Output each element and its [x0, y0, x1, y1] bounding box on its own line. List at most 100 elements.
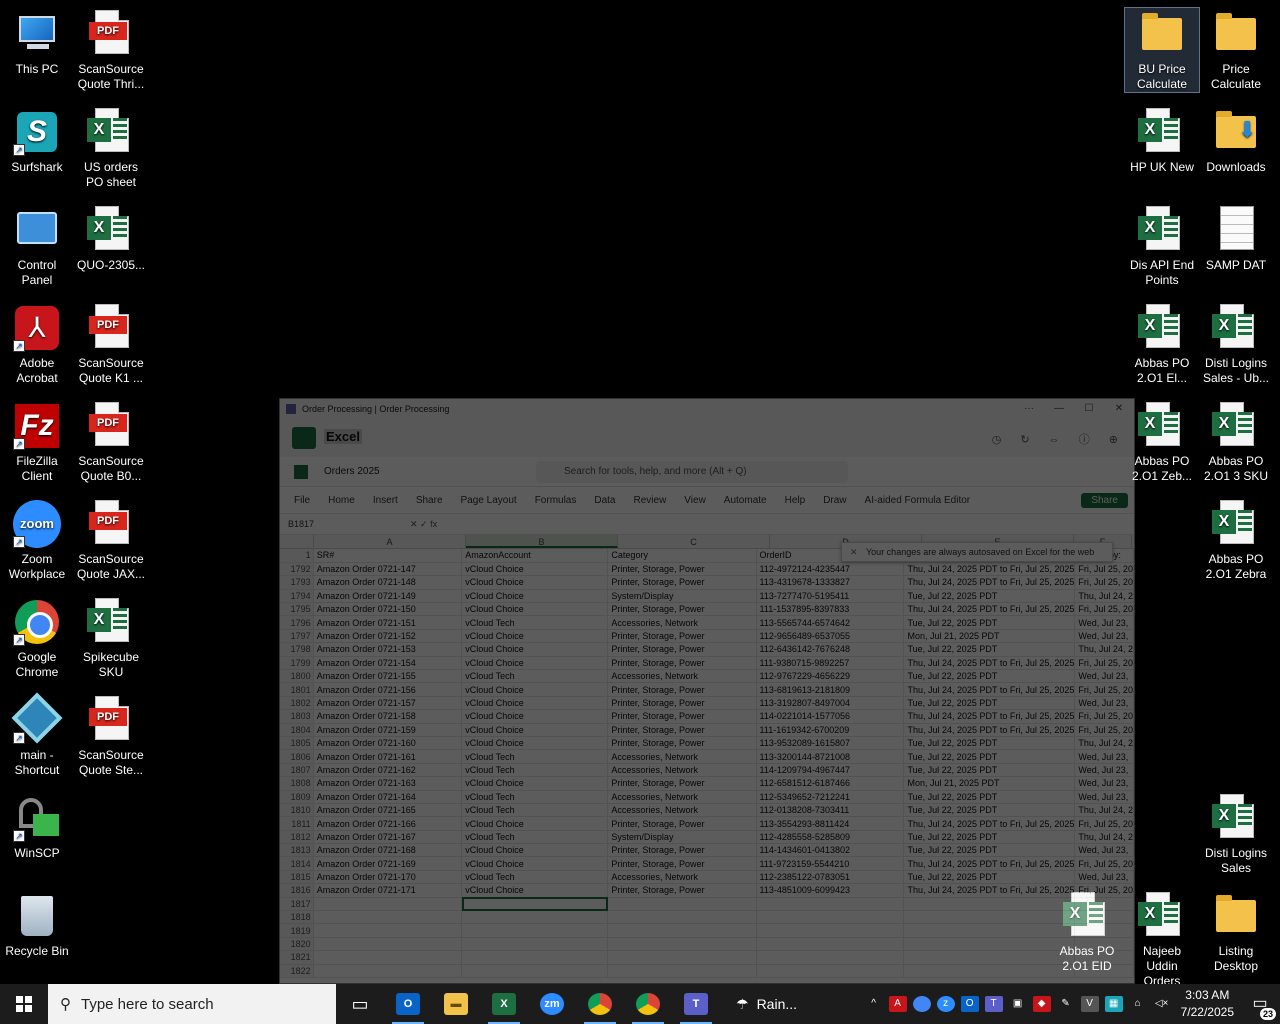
- cell[interactable]: vCloud Choice: [461, 575, 609, 590]
- cell[interactable]: Amazon Order 0721-153: [313, 642, 463, 657]
- row-number[interactable]: 1819: [280, 923, 314, 938]
- cell[interactable]: Amazon Order 0721-152: [313, 629, 463, 644]
- cell[interactable]: Fri, Jul 25, 20: [1074, 709, 1134, 724]
- ribbon-tab-insert[interactable]: Insert: [373, 495, 398, 506]
- screen-icon[interactable]: ▣: [1009, 996, 1027, 1012]
- cell[interactable]: [1074, 897, 1134, 912]
- cell[interactable]: Amazon Order 0721-163: [313, 776, 463, 791]
- outlook-tray-icon[interactable]: O: [960, 996, 979, 1012]
- cell[interactable]: vCloud Choice: [461, 642, 609, 657]
- row-number[interactable]: 1810: [280, 803, 314, 818]
- desktop-icon-control-panel[interactable]: Control Panel: [0, 204, 74, 288]
- window-titlebar[interactable]: Order Processing | Order Processing ··· …: [280, 399, 1134, 419]
- row-number[interactable]: 1812: [280, 830, 314, 845]
- desktop-icon-google-chrome[interactable]: ↗ Google Chrome: [0, 596, 74, 680]
- cell[interactable]: vCloud Choice: [461, 682, 609, 697]
- desktop-icon-scansource-quote-k1[interactable]: PDF ScanSource Quote K1 ...: [74, 302, 148, 386]
- cell[interactable]: Fri, Jul 25, 20: [1074, 682, 1134, 697]
- cell[interactable]: Tue, Jul 22, 2025 PDT: [903, 803, 1076, 818]
- cell[interactable]: [607, 937, 757, 952]
- cell[interactable]: 113-7277470-5195411: [756, 589, 905, 604]
- row-number[interactable]: 1813: [280, 843, 314, 858]
- cell[interactable]: [313, 937, 463, 952]
- cell[interactable]: [1074, 910, 1134, 925]
- app-tray-icon[interactable]: ▦: [1104, 996, 1123, 1012]
- cell[interactable]: Amazon Order 0721-171: [313, 883, 463, 898]
- row-number[interactable]: 1792: [280, 562, 314, 577]
- header-icons[interactable]: ◷ ↻ ⇔ ⓘ ⊕: [992, 431, 1126, 447]
- cell[interactable]: vCloud Choice: [461, 562, 609, 577]
- cell[interactable]: Amazon Order 0721-167: [313, 830, 463, 845]
- cell[interactable]: vCloud Choice: [461, 776, 609, 791]
- cell[interactable]: 112-9767229-4656229: [756, 669, 905, 684]
- task-view-button[interactable]: ▭: [336, 984, 384, 1024]
- network-tool-icon[interactable]: ✎: [1057, 996, 1075, 1012]
- row-number[interactable]: 1814: [280, 856, 314, 871]
- cell[interactable]: Amazon Order 0721-150: [313, 602, 463, 617]
- cell[interactable]: 111-1619342-6700209: [756, 723, 905, 737]
- cell[interactable]: Amazon Order 0721-159: [313, 723, 463, 737]
- cell[interactable]: Amazon Order 0721-157: [313, 696, 463, 711]
- cell[interactable]: Printer, Storage, Power: [607, 696, 757, 711]
- cell[interactable]: Thu, Jul 24, 2025 PDT to Fri, Jul 25, 20…: [903, 856, 1076, 871]
- cell[interactable]: Amazon Order 0721-149: [313, 589, 463, 604]
- cell[interactable]: 111-9723159-5544210: [756, 856, 905, 871]
- row-number[interactable]: 1808: [280, 776, 314, 791]
- cell[interactable]: 112-4285558-5285809: [756, 830, 905, 845]
- cell[interactable]: vCloud Choice: [461, 602, 609, 617]
- desktop-icon-abbas-po-2-o1-3-sku[interactable]: X Abbas PO 2.O1 3 SKU: [1199, 400, 1273, 484]
- cell[interactable]: 112-6581512-6187466: [756, 776, 905, 791]
- row-number[interactable]: 1807: [280, 763, 314, 778]
- cell[interactable]: Thu, Jul 24, 2025 PDT to Fri, Jul 25, 20…: [903, 816, 1076, 831]
- cell[interactable]: [1074, 923, 1134, 938]
- cell[interactable]: Printer, Storage, Power: [607, 709, 757, 724]
- ribbon-tab-automate[interactable]: Automate: [724, 495, 767, 506]
- cell[interactable]: vCloud Choice: [461, 629, 609, 644]
- cell[interactable]: Wed, Jul 23,: [1074, 790, 1134, 804]
- cell[interactable]: vCloud Choice: [461, 843, 609, 858]
- desktop-icon-winscp[interactable]: ↗ WinSCP: [0, 792, 74, 861]
- cell[interactable]: 113-3192807-8497004: [756, 696, 905, 711]
- cell[interactable]: Amazon Order 0721-168: [313, 843, 463, 858]
- name-box[interactable]: B1817: [288, 519, 314, 529]
- row-number[interactable]: 1799: [280, 656, 314, 671]
- clock[interactable]: 3:03 AM 7/22/2025: [1181, 987, 1234, 1021]
- ribbon-tab-data[interactable]: Data: [594, 495, 615, 506]
- cell[interactable]: Tue, Jul 22, 2025 PDT: [903, 696, 1076, 711]
- cell[interactable]: Printer, Storage, Power: [607, 642, 757, 657]
- taskbar-teams[interactable]: T: [672, 984, 720, 1024]
- cell[interactable]: [756, 910, 905, 925]
- cell[interactable]: 114-0221014-1577056: [756, 709, 905, 724]
- taskbar-chrome-2[interactable]: [624, 984, 672, 1024]
- chrome-tray-icon[interactable]: [912, 996, 931, 1012]
- cell[interactable]: Amazon Order 0721-154: [313, 656, 463, 671]
- row-number[interactable]: 1: [280, 549, 314, 563]
- row-number[interactable]: 1815: [280, 870, 314, 885]
- ribbon-tab-draw[interactable]: Draw: [823, 495, 846, 506]
- column-header-a[interactable]: A: [314, 535, 466, 548]
- cell[interactable]: Mon, Jul 21, 2025 PDT: [903, 776, 1076, 791]
- cell[interactable]: Wed, Jul 23,: [1074, 870, 1134, 885]
- teams-tray-icon[interactable]: T: [984, 996, 1003, 1012]
- ribbon-tab-help[interactable]: Help: [785, 495, 806, 506]
- row-number[interactable]: 1803: [280, 709, 314, 724]
- more-icon[interactable]: ···: [1014, 399, 1044, 419]
- cell[interactable]: Printer, Storage, Power: [607, 629, 757, 644]
- cell[interactable]: vCloud Choice: [461, 589, 609, 604]
- cell[interactable]: [756, 923, 905, 938]
- cell[interactable]: Amazon Order 0721-155: [313, 669, 463, 684]
- search-input[interactable]: Search for tools, help, and more (Alt + …: [536, 461, 848, 483]
- cell[interactable]: [313, 897, 463, 912]
- taskbar-zoom[interactable]: zm: [528, 984, 576, 1024]
- cell[interactable]: Printer, Storage, Power: [607, 843, 757, 858]
- cell[interactable]: [461, 923, 609, 938]
- cell[interactable]: Accessories, Network: [607, 803, 757, 818]
- row-number[interactable]: 1798: [280, 642, 314, 657]
- cell[interactable]: 111-1537895-8397833: [756, 602, 905, 617]
- chevron-up-icon[interactable]: ^: [865, 996, 883, 1012]
- cell[interactable]: System/Display: [607, 830, 757, 845]
- cell[interactable]: Amazon Order 0721-170: [313, 870, 463, 885]
- cell[interactable]: Printer, Storage, Power: [607, 736, 757, 751]
- cell[interactable]: 113-4319678-1333827: [756, 575, 905, 590]
- zoom-tray-icon[interactable]: z: [936, 996, 955, 1012]
